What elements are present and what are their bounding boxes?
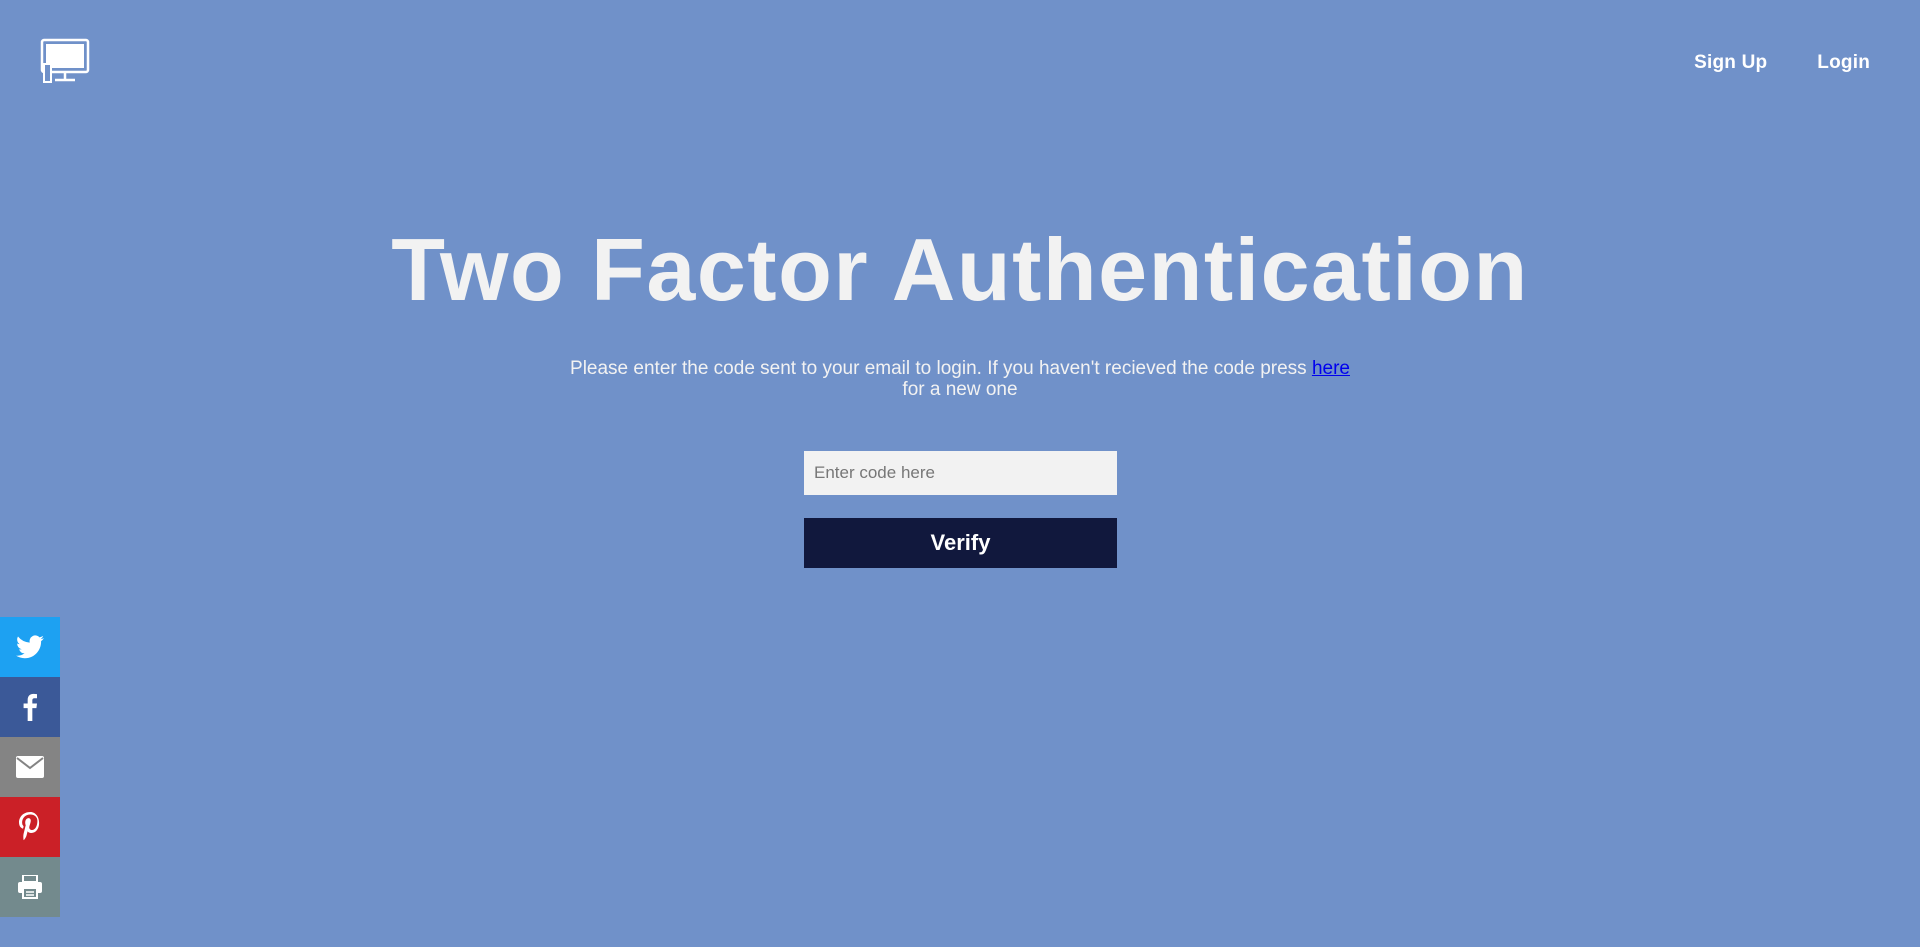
verify-button[interactable]: Verify bbox=[804, 518, 1117, 568]
share-twitter-button[interactable] bbox=[0, 617, 60, 677]
page-title: Two Factor Authentication bbox=[391, 220, 1529, 319]
code-input[interactable] bbox=[804, 451, 1117, 495]
pinterest-icon bbox=[19, 812, 40, 841]
social-share-bar bbox=[0, 617, 60, 917]
instructions-text-before: Please enter the code sent to your email… bbox=[570, 358, 1312, 379]
share-pinterest-button[interactable] bbox=[0, 797, 60, 857]
share-facebook-button[interactable] bbox=[0, 677, 60, 737]
logo-monitor-icon[interactable] bbox=[40, 38, 90, 86]
resend-code-link[interactable]: here bbox=[1312, 358, 1350, 379]
sign-up-link[interactable]: Sign Up bbox=[1694, 52, 1767, 74]
instructions-text-after: for a new one bbox=[902, 379, 1018, 400]
print-icon bbox=[18, 875, 42, 899]
email-icon bbox=[16, 756, 44, 778]
twitter-icon bbox=[16, 635, 44, 659]
instructions-text: Please enter the code sent to your email… bbox=[560, 358, 1360, 400]
share-print-button[interactable] bbox=[0, 857, 60, 917]
share-email-button[interactable] bbox=[0, 737, 60, 797]
facebook-icon bbox=[23, 693, 37, 721]
login-link[interactable]: Login bbox=[1817, 52, 1870, 74]
top-nav: Sign Up Login bbox=[1694, 52, 1870, 74]
